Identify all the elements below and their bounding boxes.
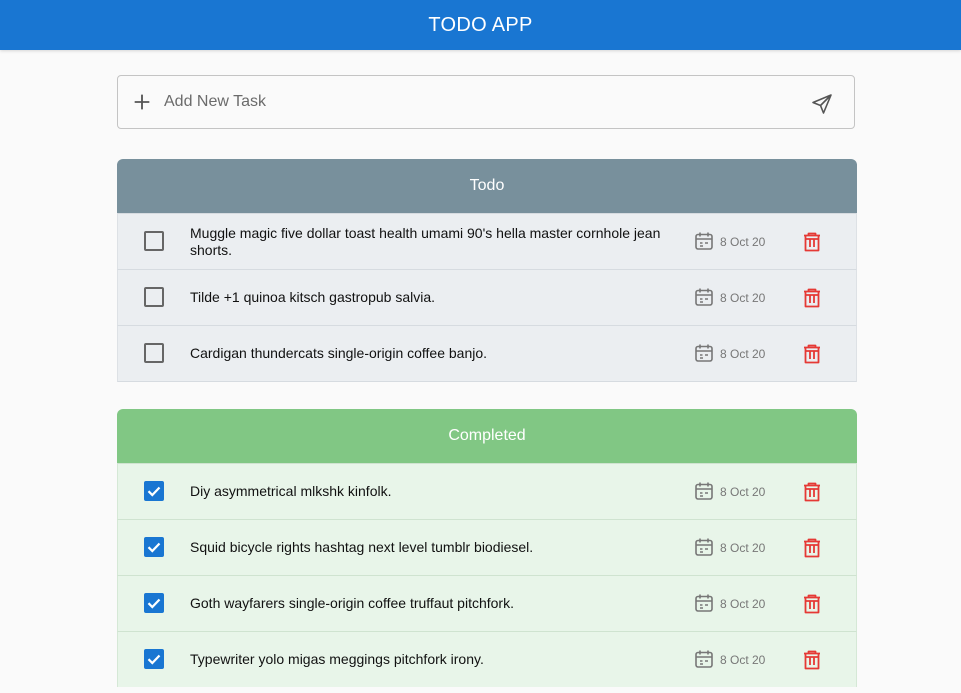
task-text: Muggle magic five dollar toast health um… bbox=[190, 224, 661, 258]
todo-section: Todo Muggle magic five dollar toast heal… bbox=[117, 159, 857, 382]
task-date: 8 Oct 20 bbox=[720, 596, 766, 611]
trash-icon[interactable] bbox=[801, 593, 823, 615]
trash-icon[interactable] bbox=[801, 343, 823, 365]
task-text: Cardigan thundercats single-origin coffe… bbox=[190, 345, 488, 361]
task-date: 8 Oct 20 bbox=[720, 652, 766, 667]
checkmark-icon bbox=[147, 486, 161, 497]
checkmark-icon bbox=[147, 542, 161, 553]
task-text: Goth wayfarers single-origin coffee truf… bbox=[190, 595, 514, 611]
task-text: Squid bicycle rights hashtag next level … bbox=[190, 539, 534, 555]
checkbox-checked[interactable] bbox=[144, 649, 164, 669]
calendar-icon bbox=[695, 594, 713, 612]
task-row: Squid bicycle rights hashtag next level … bbox=[117, 519, 857, 575]
checkbox-checked[interactable] bbox=[144, 481, 164, 501]
trash-icon[interactable] bbox=[801, 287, 823, 309]
task-date: 8 Oct 20 bbox=[720, 346, 766, 361]
app-title: TODO APP bbox=[428, 13, 533, 36]
completed-section-header: Completed bbox=[117, 409, 857, 463]
task-row: Muggle magic five dollar toast health um… bbox=[117, 213, 857, 269]
plus-icon bbox=[134, 94, 150, 110]
task-text: Tilde +1 quinoa kitsch gastropub salvia. bbox=[190, 289, 436, 305]
checkbox-checked[interactable] bbox=[144, 537, 164, 557]
calendar-icon bbox=[695, 482, 713, 500]
task-date: 8 Oct 20 bbox=[720, 234, 766, 249]
send-icon[interactable] bbox=[810, 92, 834, 116]
completed-section: Completed Diy asymmetrical mlkshk kinfol… bbox=[117, 409, 857, 687]
todo-list: Muggle magic five dollar toast health um… bbox=[117, 213, 857, 382]
trash-icon[interactable] bbox=[801, 537, 823, 559]
todo-section-title: Todo bbox=[469, 177, 505, 194]
task-text: Diy asymmetrical mlkshk kinfolk. bbox=[190, 483, 392, 499]
task-row: Diy asymmetrical mlkshk kinfolk. 8 Oct 20 bbox=[117, 463, 857, 519]
trash-icon[interactable] bbox=[801, 481, 823, 503]
checkbox[interactable] bbox=[144, 231, 164, 251]
task-date: 8 Oct 20 bbox=[720, 484, 766, 499]
todo-section-header: Todo bbox=[117, 159, 857, 213]
checkbox[interactable] bbox=[144, 343, 164, 363]
task-date: 8 Oct 20 bbox=[720, 540, 766, 555]
checkmark-icon bbox=[147, 654, 161, 665]
checkbox-checked[interactable] bbox=[144, 593, 164, 613]
add-task-input[interactable] bbox=[164, 76, 784, 128]
task-row: Cardigan thundercats single-origin coffe… bbox=[117, 325, 857, 382]
task-text: Typewriter yolo migas meggings pitchfork… bbox=[190, 651, 484, 667]
checkmark-icon bbox=[147, 598, 161, 609]
calendar-icon bbox=[695, 232, 713, 250]
task-row: Goth wayfarers single-origin coffee truf… bbox=[117, 575, 857, 631]
task-row: Typewriter yolo migas meggings pitchfork… bbox=[117, 631, 857, 687]
calendar-icon bbox=[695, 288, 713, 306]
calendar-icon bbox=[695, 650, 713, 668]
calendar-icon bbox=[695, 538, 713, 556]
task-row: Tilde +1 quinoa kitsch gastropub salvia.… bbox=[117, 269, 857, 325]
checkbox[interactable] bbox=[144, 287, 164, 307]
task-date: 8 Oct 20 bbox=[720, 290, 766, 305]
add-task-field[interactable] bbox=[117, 75, 855, 129]
completed-section-title: Completed bbox=[448, 427, 526, 444]
completed-list: Diy asymmetrical mlkshk kinfolk. 8 Oct 20… bbox=[117, 463, 857, 687]
trash-icon[interactable] bbox=[801, 649, 823, 671]
app-bar: TODO APP bbox=[0, 0, 961, 50]
trash-icon[interactable] bbox=[801, 231, 823, 253]
calendar-icon bbox=[695, 344, 713, 362]
